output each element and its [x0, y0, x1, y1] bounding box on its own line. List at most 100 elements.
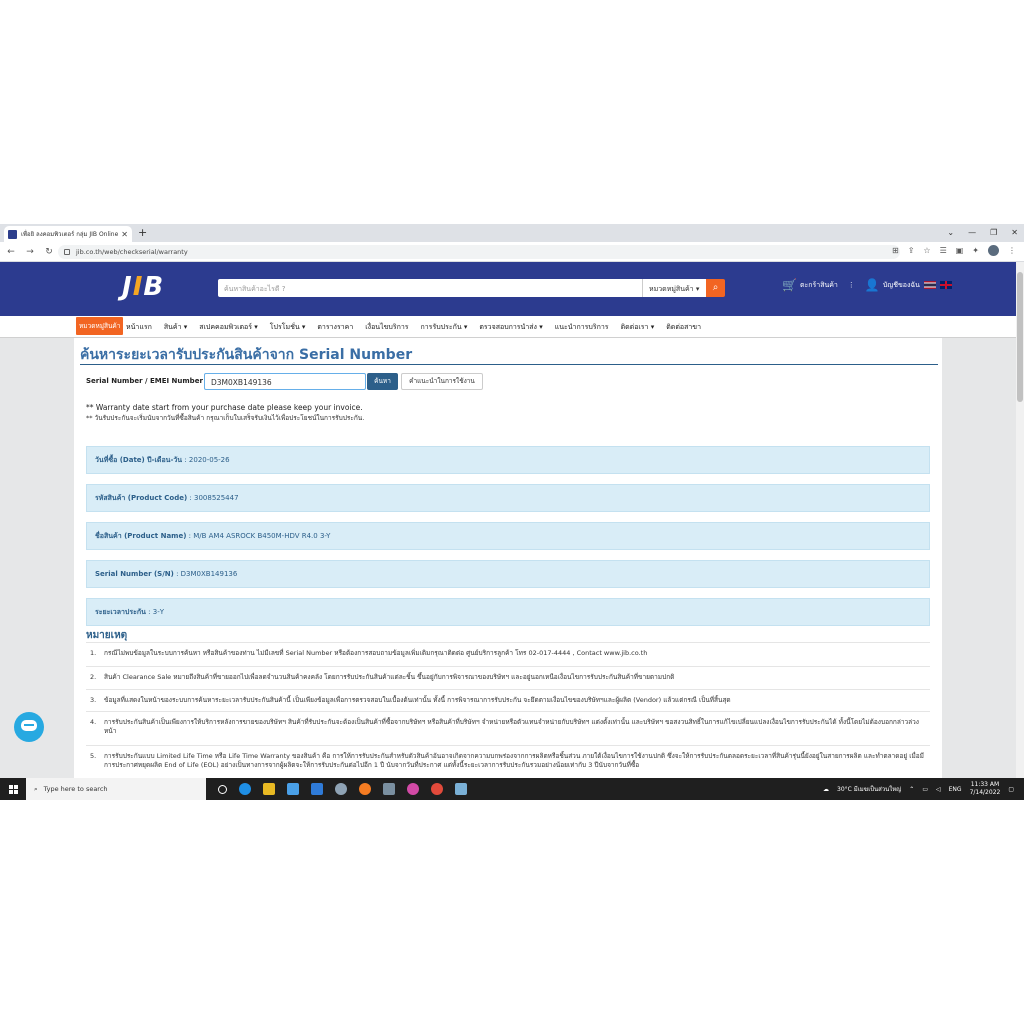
tray-chevron-icon[interactable]: ⌃ [909, 786, 914, 793]
browser-tab[interactable]: เพื่อยิ ลงคอมพิวเตอร์ กลุ่ม JIB Online ✕ [4, 226, 132, 242]
nav-item[interactable]: ติดต่อเรา ▾ [621, 322, 655, 333]
sidepanel-icon[interactable]: ▣ [956, 246, 964, 255]
site-favicon-icon [8, 229, 17, 239]
mail-icon[interactable] [311, 783, 323, 795]
translate-icon[interactable]: ⊞ [892, 246, 899, 255]
uk-flag-icon[interactable] [939, 281, 952, 289]
result-row: วันที่ซื้อ (Date) ปี-เดือน-วัน : 2020-05… [86, 446, 930, 474]
settings-icon[interactable] [335, 783, 347, 795]
logo-letter-j: J [122, 272, 133, 302]
scrollbar-thumb[interactable] [1017, 272, 1023, 402]
firefox-icon[interactable] [359, 783, 371, 795]
back-icon[interactable]: ← [3, 247, 19, 257]
share-icon[interactable]: ⇪ [908, 246, 915, 255]
site-header: JIB ค้นหาสินค้าอะไรดี ? หมวดหมู่สินค้า ▾… [0, 262, 1016, 316]
windows-logo-icon [8, 784, 18, 794]
category-menu-button[interactable]: หมวดหมู่สินค้า [76, 317, 124, 335]
nav-item[interactable]: โปรโมชั่น ▾ [270, 322, 306, 333]
user-icon[interactable]: 👤 [865, 278, 880, 292]
page-scrollbar[interactable] [1016, 262, 1024, 778]
taskbar-search-placeholder: Type here to search [43, 785, 108, 793]
notepad-icon[interactable] [455, 783, 467, 795]
nav-list: หน้าแรก สินค้า ▾ สเปคคอมพิวเตอร์ ▾ โปรโมชั่… [126, 316, 713, 338]
logo-letter-i: I [132, 272, 144, 302]
menu-kebab-icon[interactable]: ⋮ [1008, 246, 1016, 255]
serial-number-input[interactable]: D3M0XB149136 [204, 373, 366, 390]
file-explorer-icon[interactable] [263, 783, 275, 795]
remark-number: 4. [90, 718, 97, 726]
minimize-icon[interactable]: — [968, 226, 976, 240]
category-select[interactable]: หมวดหมู่สินค้า ▾ [642, 279, 706, 297]
remark-item: 5. การรับประกันแบบ Limited Life Time หรือ… [86, 745, 930, 775]
system-tray: ☁ 30°C มีเมฆเป็นส่วนใหญ่ ⌃ ▭ ◁ ENG 11:33… [823, 778, 1014, 800]
warranty-check-panel: ค้นหาระยะเวลารับประกันสินค้าจาก Serial N… [74, 338, 942, 778]
calculator-icon[interactable] [383, 783, 395, 795]
usage-help-button[interactable]: คำแนะนำในการใช้งาน [401, 373, 483, 390]
nav-item[interactable]: ตรวจสอบการนำส่ง ▾ [479, 322, 542, 333]
nav-item[interactable]: สินค้า ▾ [164, 322, 187, 333]
notification-icon[interactable]: ▢ [1008, 786, 1014, 793]
account-link[interactable]: บัญชีของฉัน [883, 280, 920, 291]
taskbar-search-input[interactable]: ⌕ Type here to search [26, 778, 206, 800]
edge-icon[interactable] [239, 783, 251, 795]
nav-item[interactable]: แนะนำการบริการ [555, 322, 609, 333]
result-label: รหัสสินค้า (Product Code) [95, 494, 188, 502]
network-icon[interactable]: ▭ [922, 786, 928, 793]
windows-taskbar: ⌕ Type here to search ☁ 30°C มีเมฆเป็นส่… [0, 778, 1024, 800]
remark-text: การรับประกันแบบ Limited Life Time หรือ L… [104, 752, 924, 769]
header-user-links: 🛒 ตะกร้าสินค้า ⋮ 👤 บัญชีของฉัน [782, 278, 952, 292]
result-label: ชื่อสินค้า (Product Name) [95, 532, 187, 540]
url-field[interactable]: jib.co.th/web/checkserial/warranty [58, 245, 900, 259]
nav-item[interactable]: ติดต่อสาขา [666, 322, 701, 333]
address-bar-row: ← → ↻ jib.co.th/web/checkserial/warranty… [0, 242, 1024, 262]
tab-search-icon[interactable]: ⌄ [947, 226, 954, 240]
remark-text: กรณีไม่พบข้อมูลในระบบการค้นหา หรือสินค้า… [104, 649, 648, 657]
app-icon[interactable] [407, 783, 419, 795]
tab-title: เพื่อยิ ลงคอมพิวเตอร์ กลุ่ม JIB Online [21, 231, 119, 238]
weather-icon: ☁ [823, 785, 830, 793]
chrome-icon[interactable] [431, 783, 443, 795]
volume-icon[interactable]: ◁ [936, 786, 941, 793]
nav-item[interactable]: เงื่อนไขบริการ [365, 322, 408, 333]
start-button[interactable] [0, 784, 26, 794]
find-button[interactable]: ค้นหา [367, 373, 398, 390]
reload-icon[interactable]: ↻ [41, 247, 57, 257]
extensions-icon[interactable]: ✦ [972, 246, 979, 255]
language-indicator[interactable]: ENG [949, 786, 962, 793]
nav-item[interactable]: การรับประกัน ▾ [421, 322, 468, 333]
search-button[interactable]: ⌕ [706, 279, 725, 297]
clock[interactable]: 11:33 AM 7/14/2022 [970, 781, 1001, 797]
profile-avatar[interactable] [988, 245, 999, 256]
nav-item[interactable]: ตารางราคา [317, 322, 353, 333]
reading-list-icon[interactable]: ☰ [940, 246, 947, 255]
result-value: 3008525447 [194, 494, 239, 502]
forward-icon[interactable]: → [22, 247, 38, 257]
close-tab-icon[interactable]: ✕ [121, 230, 128, 239]
clock-time: 11:33 AM [970, 781, 1000, 788]
remarks-heading: หมายเหตุ [86, 630, 128, 641]
bookmark-star-icon[interactable]: ☆ [923, 246, 930, 255]
nav-item[interactable]: สเปคคอมพิวเตอร์ ▾ [199, 322, 257, 333]
thai-flag-icon[interactable] [923, 281, 936, 289]
task-view-icon[interactable] [218, 784, 227, 794]
new-tab-button[interactable]: + [138, 226, 147, 240]
store-icon[interactable] [287, 783, 299, 795]
warranty-note-en: ** Warranty date start from your purchas… [86, 403, 363, 412]
jib-logo[interactable]: JIB [122, 272, 164, 302]
close-window-icon[interactable]: ✕ [1011, 226, 1018, 240]
search-icon: ⌕ [712, 282, 719, 293]
tab-strip: เพื่อยิ ลงคอมพิวเตอร์ กลุ่ม JIB Online ✕… [0, 224, 1024, 242]
cart-icon[interactable]: 🛒 [782, 278, 797, 292]
chat-bubble-button[interactable] [14, 712, 44, 742]
warranty-note-th: ** วันรับประกันจะเริ่มนับจากวันที่ซื้อสิ… [86, 414, 365, 422]
title-divider [80, 364, 938, 365]
remark-item: 3. ข้อมูลที่แสดงในหน้าของระบบการค้นหาระยะ… [86, 689, 930, 711]
result-value: M/B AM4 ASROCK B450M-HDV R4.0 3-Y [193, 532, 331, 540]
restore-icon[interactable]: ❐ [990, 226, 997, 240]
browser-toolbar: ⊞ ⇪ ☆ ☰ ▣ ✦ ⋮ [892, 245, 1016, 256]
product-search-input[interactable]: ค้นหาสินค้าอะไรดี ? [218, 279, 642, 297]
weather-text[interactable]: 30°C มีเมฆเป็นส่วนใหญ่ [837, 784, 901, 794]
remark-number: 5. [90, 752, 97, 760]
nav-item[interactable]: หน้าแรก [126, 322, 152, 333]
cart-link[interactable]: ตะกร้าสินค้า [800, 280, 838, 291]
